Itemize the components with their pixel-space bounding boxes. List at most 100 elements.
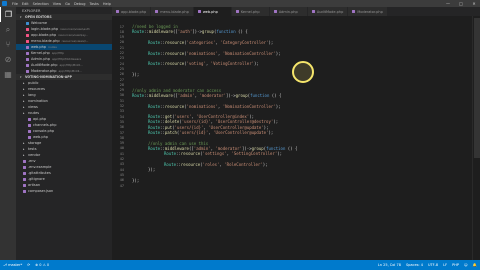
file-name: console.php bbox=[33, 129, 55, 133]
close-icon[interactable]: ✕ bbox=[470, 1, 478, 6]
scrollbar-thumb[interactable] bbox=[474, 18, 480, 158]
code-token: 'UserController@index' bbox=[196, 114, 250, 120]
line-number: 22 bbox=[119, 51, 124, 55]
code-token: resource bbox=[164, 39, 185, 45]
file-name: artisan bbox=[28, 183, 41, 187]
menu-item-go[interactable]: Go bbox=[65, 2, 70, 6]
tab-label: app.blade.php bbox=[121, 9, 147, 14]
tab-web-php[interactable]: web.php bbox=[193, 7, 232, 16]
status-right-item[interactable]: PHP bbox=[452, 263, 459, 267]
code-text: Route::put('users/{id}', 'UserController… bbox=[126, 125, 268, 130]
code-token: Route bbox=[148, 50, 161, 56]
line-number: 42 bbox=[119, 157, 124, 161]
code-text: Route::patch('users/{id}', 'UserControll… bbox=[126, 130, 273, 135]
code-token: ])-> bbox=[192, 29, 202, 35]
code-token: }); bbox=[132, 177, 140, 183]
status-right-item[interactable]: 🔔 bbox=[473, 263, 477, 267]
code-token: 'VotingController' bbox=[210, 61, 255, 67]
php-file-icon bbox=[273, 10, 277, 13]
tab-label: Admin.php bbox=[278, 9, 298, 14]
file-icon bbox=[26, 63, 29, 67]
code-token: Route bbox=[164, 151, 177, 157]
status-right-item[interactable]: LF bbox=[443, 263, 447, 267]
tab-admin-php[interactable]: Admin.php bbox=[269, 7, 308, 16]
status-right-item[interactable]: UTF-8 bbox=[428, 263, 438, 267]
line-number: 28 bbox=[119, 82, 124, 87]
chevron-right-icon: ▸ bbox=[23, 105, 25, 109]
menu-item-file[interactable]: File bbox=[12, 2, 18, 6]
php-file-icon bbox=[197, 10, 201, 13]
code-token: 'auth' bbox=[177, 29, 193, 35]
code-token: Route bbox=[148, 61, 161, 67]
menu-item-selection[interactable]: Selection bbox=[33, 2, 49, 6]
code-token: delete bbox=[164, 119, 180, 125]
status-right-item[interactable]: Spaces: 4 bbox=[406, 263, 423, 267]
code-token: 'admin' bbox=[193, 145, 211, 151]
code-text: }); bbox=[126, 167, 155, 172]
open-editor-name: Admin.php bbox=[31, 57, 50, 61]
code-token: 'admin' bbox=[177, 92, 195, 98]
tab-menu-blade-php[interactable]: menu.blade.php bbox=[151, 7, 194, 16]
code-token: group bbox=[235, 92, 248, 98]
file-icon bbox=[26, 33, 29, 37]
menu-item-help[interactable]: Help bbox=[103, 2, 111, 6]
chevron-right-icon: ▸ bbox=[23, 147, 25, 151]
menu-item-edit[interactable]: Edit bbox=[22, 2, 29, 6]
code-token: 'nominations' bbox=[186, 50, 218, 56]
file-icon bbox=[26, 51, 29, 55]
extensions-icon[interactable]: ▦ bbox=[0, 67, 16, 82]
code-text: //only admin and moderator can access bbox=[126, 88, 221, 93]
code-text: Route::resource('roles', 'RoleController… bbox=[126, 162, 268, 167]
file-icon bbox=[26, 21, 29, 25]
editor-scrollbar[interactable] bbox=[472, 16, 480, 260]
files-icon[interactable]: ❐ bbox=[0, 7, 16, 22]
chevron-right-icon: ▸ bbox=[23, 111, 25, 115]
code-text: }); bbox=[126, 72, 139, 77]
file-item[interactable]: composer.json bbox=[16, 188, 112, 194]
minimize-icon[interactable]: — bbox=[444, 1, 452, 6]
source-control-icon[interactable]: ⑂ bbox=[0, 37, 16, 52]
code-text: Route::resource('nominations', 'Nominati… bbox=[126, 51, 281, 56]
menu-item-debug[interactable]: Debug bbox=[74, 2, 86, 6]
code-line: 24 Route::resource('voting', 'VotingContr… bbox=[112, 61, 259, 66]
code-line: 29 //only admin and moderator can access bbox=[112, 88, 221, 93]
php-file-icon bbox=[352, 10, 356, 13]
file-name: .gitignore bbox=[28, 177, 45, 181]
explorer-title: EXPLORER bbox=[22, 9, 41, 13]
code-token: 'CategoryController' bbox=[220, 39, 269, 45]
line-number: 40 bbox=[119, 146, 124, 151]
line-number: 35 bbox=[119, 119, 124, 124]
line-number: 41 bbox=[119, 151, 124, 156]
code-line: 27 bbox=[112, 77, 132, 82]
code-token: 'categories' bbox=[186, 39, 216, 45]
tab-auditmode-php[interactable]: AuditMode.php bbox=[307, 7, 349, 16]
status-left-item[interactable]: ⟳ bbox=[27, 263, 30, 267]
status-left-item[interactable]: ⊗ 0 ⚠ 0 bbox=[35, 263, 49, 267]
status-right-item[interactable]: ☺ bbox=[464, 263, 468, 267]
line-number: 23 bbox=[119, 56, 124, 61]
line-number: 47 bbox=[119, 183, 124, 188]
line-number: 37 bbox=[119, 130, 124, 135]
status-left-item[interactable]: ⎇ master* bbox=[3, 263, 22, 267]
code-token: }); bbox=[132, 71, 140, 77]
tab-kernel-php[interactable]: Kernel.php bbox=[231, 7, 270, 16]
code-editor[interactable]: 17 //need be logged in 18 Route::middleware… bbox=[112, 16, 472, 260]
search-icon[interactable]: ⌕ bbox=[0, 22, 16, 37]
line-number: 20 bbox=[119, 40, 124, 45]
menu-item-view[interactable]: View bbox=[53, 2, 61, 6]
menu-item-tasks[interactable]: Tasks bbox=[89, 2, 98, 6]
debug-icon[interactable]: ⊘ bbox=[0, 52, 16, 67]
tab-moderator-php[interactable]: Moderator.php bbox=[348, 7, 388, 16]
tab-app-blade-php[interactable]: app.blade.php bbox=[112, 7, 152, 16]
code-token: ); bbox=[268, 130, 274, 135]
code-token: group bbox=[251, 145, 264, 151]
code-token: () { bbox=[269, 92, 282, 98]
tab-label: Kernel.php bbox=[240, 9, 260, 14]
status-right-item[interactable]: Ln 25, Col 78 bbox=[378, 263, 401, 267]
code-line: 22 Route::resource('nominations', 'Nomina… bbox=[112, 51, 281, 56]
open-editor-path: app\Http\Middleware bbox=[51, 57, 82, 61]
maximize-icon[interactable]: □ bbox=[457, 1, 465, 6]
project-tree: ▸ public ▸ resources ▸ lang ▸ nomination ▸ views ▸… bbox=[16, 80, 112, 194]
code-token: 'moderator' bbox=[199, 92, 226, 98]
code-line: 45 bbox=[112, 172, 132, 177]
